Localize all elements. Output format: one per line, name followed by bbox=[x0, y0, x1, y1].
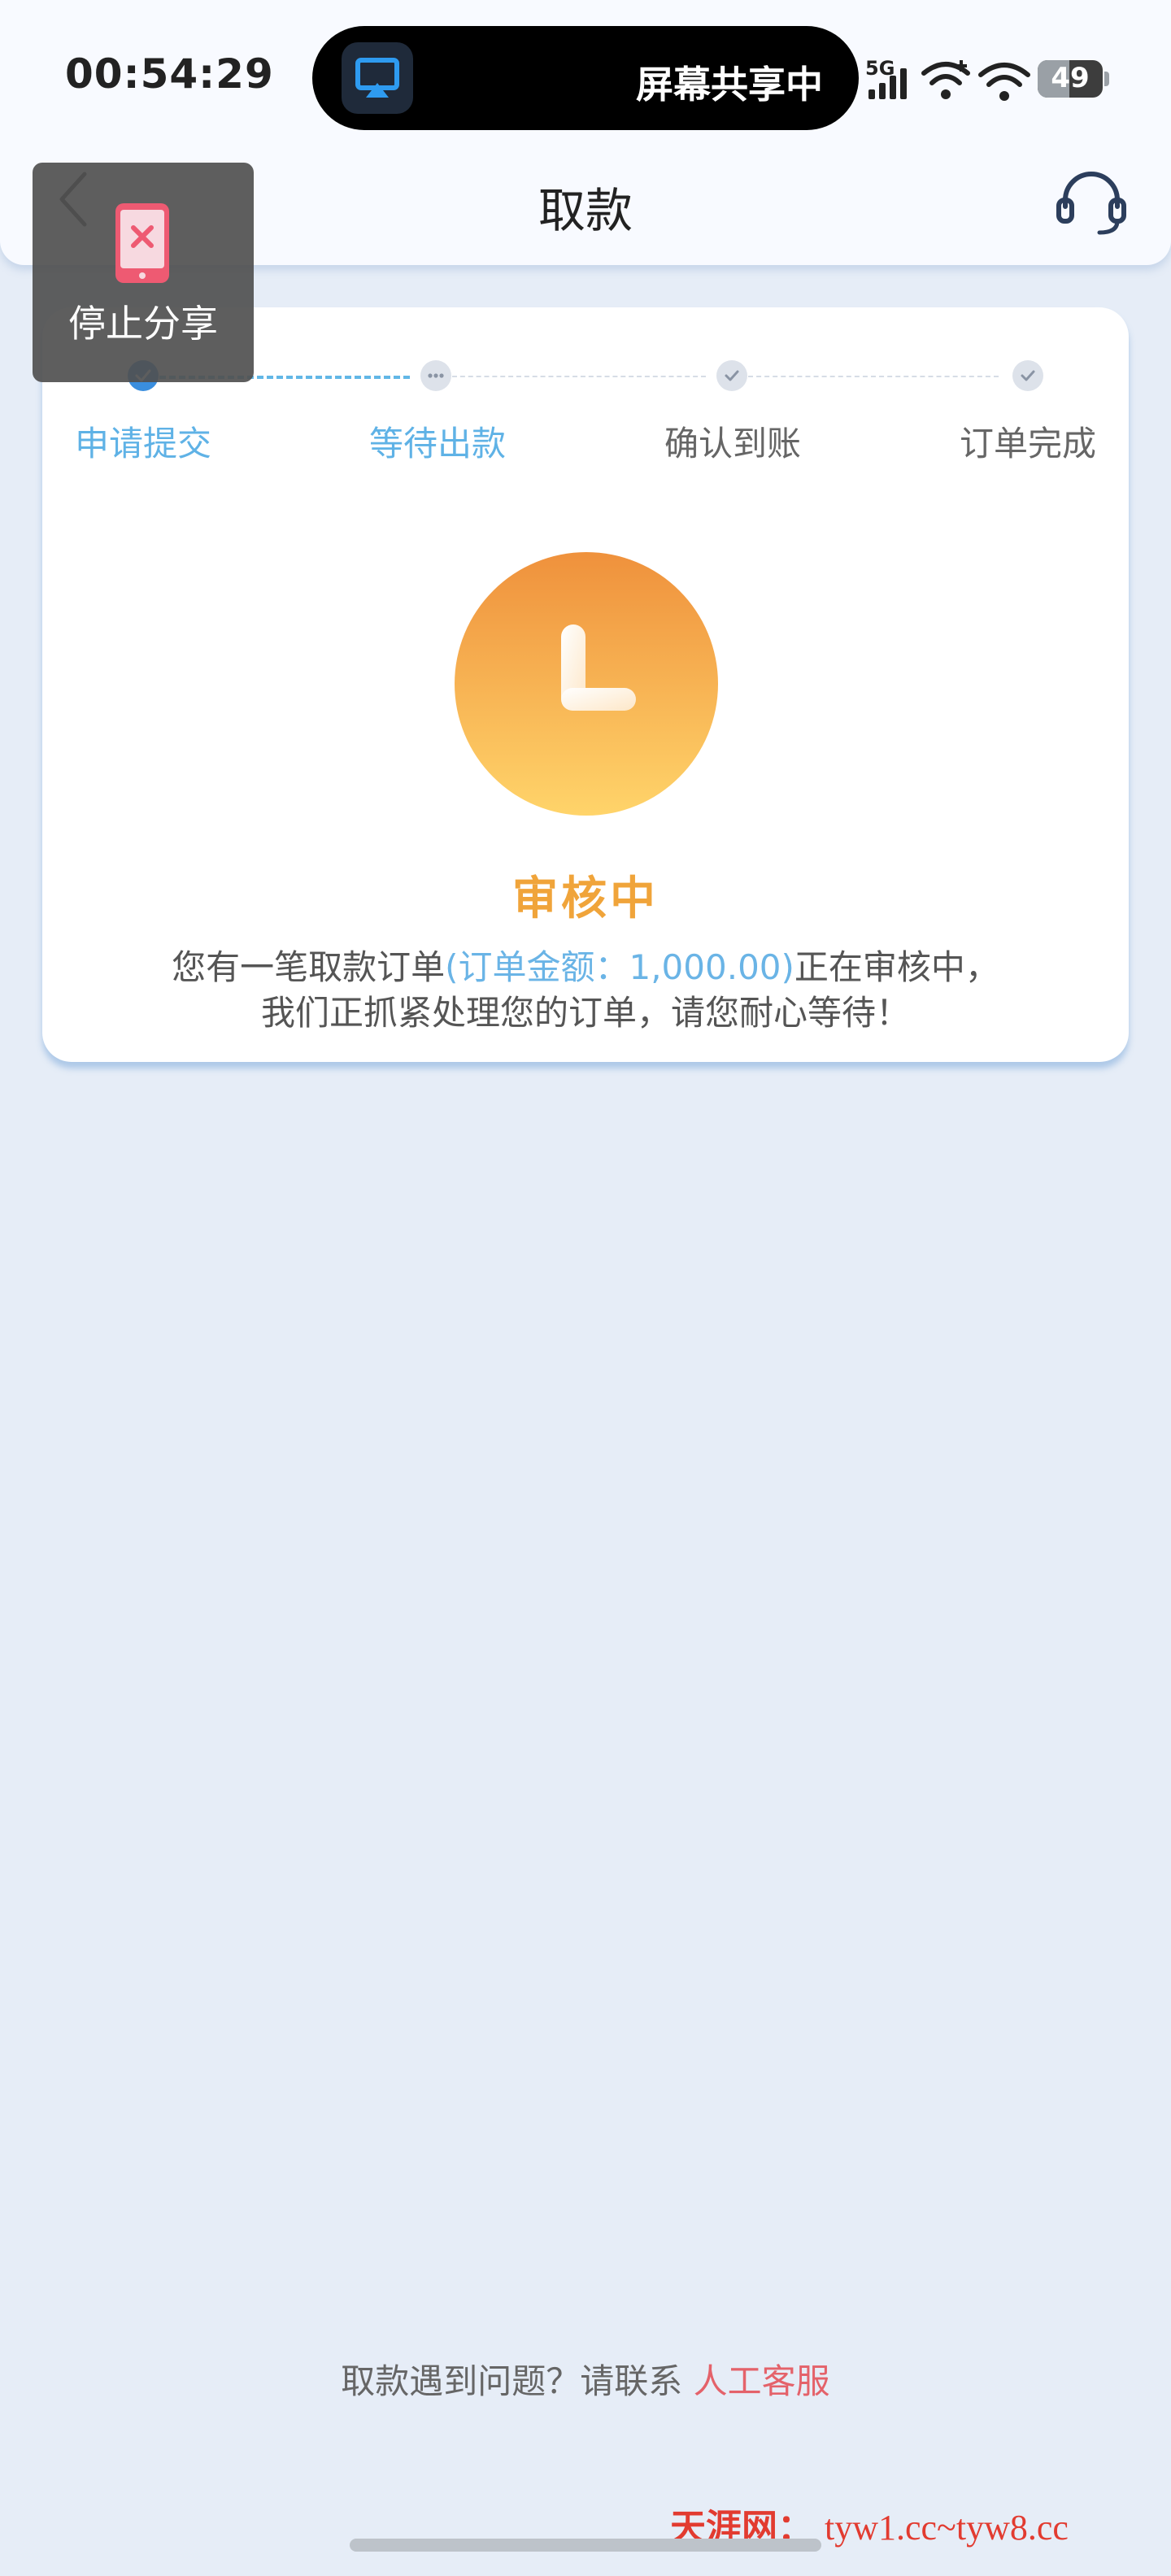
clock-icon bbox=[455, 552, 718, 816]
stop-sharing-label: 停止分享 bbox=[68, 302, 218, 346]
headset-icon[interactable] bbox=[1054, 168, 1129, 236]
battery-tip bbox=[1104, 72, 1109, 86]
customer-service-link[interactable]: 人工客服 bbox=[694, 2361, 830, 2401]
desc-suffix: 正在审核中， bbox=[794, 947, 999, 987]
step-waiting-icon bbox=[420, 360, 451, 391]
battery-indicator: 49 bbox=[1038, 60, 1103, 98]
wifi-icon bbox=[978, 63, 1030, 101]
battery-level: 49 bbox=[1051, 62, 1090, 94]
step-label-submit: 申请提交 bbox=[74, 424, 211, 463]
wifi-plus-icon bbox=[921, 60, 970, 99]
stop-sharing-button[interactable]: 停止分享 bbox=[33, 163, 254, 382]
desc-prefix: 您有一笔取款订单 bbox=[172, 947, 446, 987]
step-label-complete: 订单完成 bbox=[959, 424, 1096, 463]
screen-mirror-icon bbox=[342, 42, 413, 114]
step-label-waiting: 等待出款 bbox=[368, 424, 506, 463]
watermark-urls: tyw1.cc~tyw8.cc bbox=[825, 2508, 1069, 2548]
step-label-confirm: 确认到账 bbox=[664, 424, 801, 463]
phone-x-icon bbox=[115, 203, 169, 283]
status-description-line1: 您有一笔取款订单(订单金额：1,000.00)正在审核中， bbox=[0, 940, 1171, 990]
dynamic-island[interactable]: 屏幕共享中 bbox=[312, 26, 859, 130]
step-pending-check-icon bbox=[1012, 360, 1043, 391]
screen-sharing-label: 屏幕共享中 bbox=[636, 63, 823, 107]
help-footer: 取款遇到问题？请联系 人工客服 bbox=[0, 2354, 1171, 2404]
status-description-line2: 我们正抓紧处理您的订单，请您耐心等待！ bbox=[260, 993, 910, 1033]
help-text: 取款遇到问题？请联系 bbox=[341, 2361, 683, 2401]
status-time: 00:54:29 bbox=[65, 50, 274, 98]
review-status-title: 审核中 bbox=[512, 872, 659, 925]
cellular-signal-icon bbox=[868, 68, 907, 99]
step-connector-3 bbox=[748, 376, 999, 377]
order-amount: (订单金额：1,000.00) bbox=[445, 947, 794, 987]
home-indicator[interactable] bbox=[350, 2539, 821, 2552]
step-pending-check-icon bbox=[716, 360, 747, 391]
step-connector-2 bbox=[452, 376, 706, 377]
